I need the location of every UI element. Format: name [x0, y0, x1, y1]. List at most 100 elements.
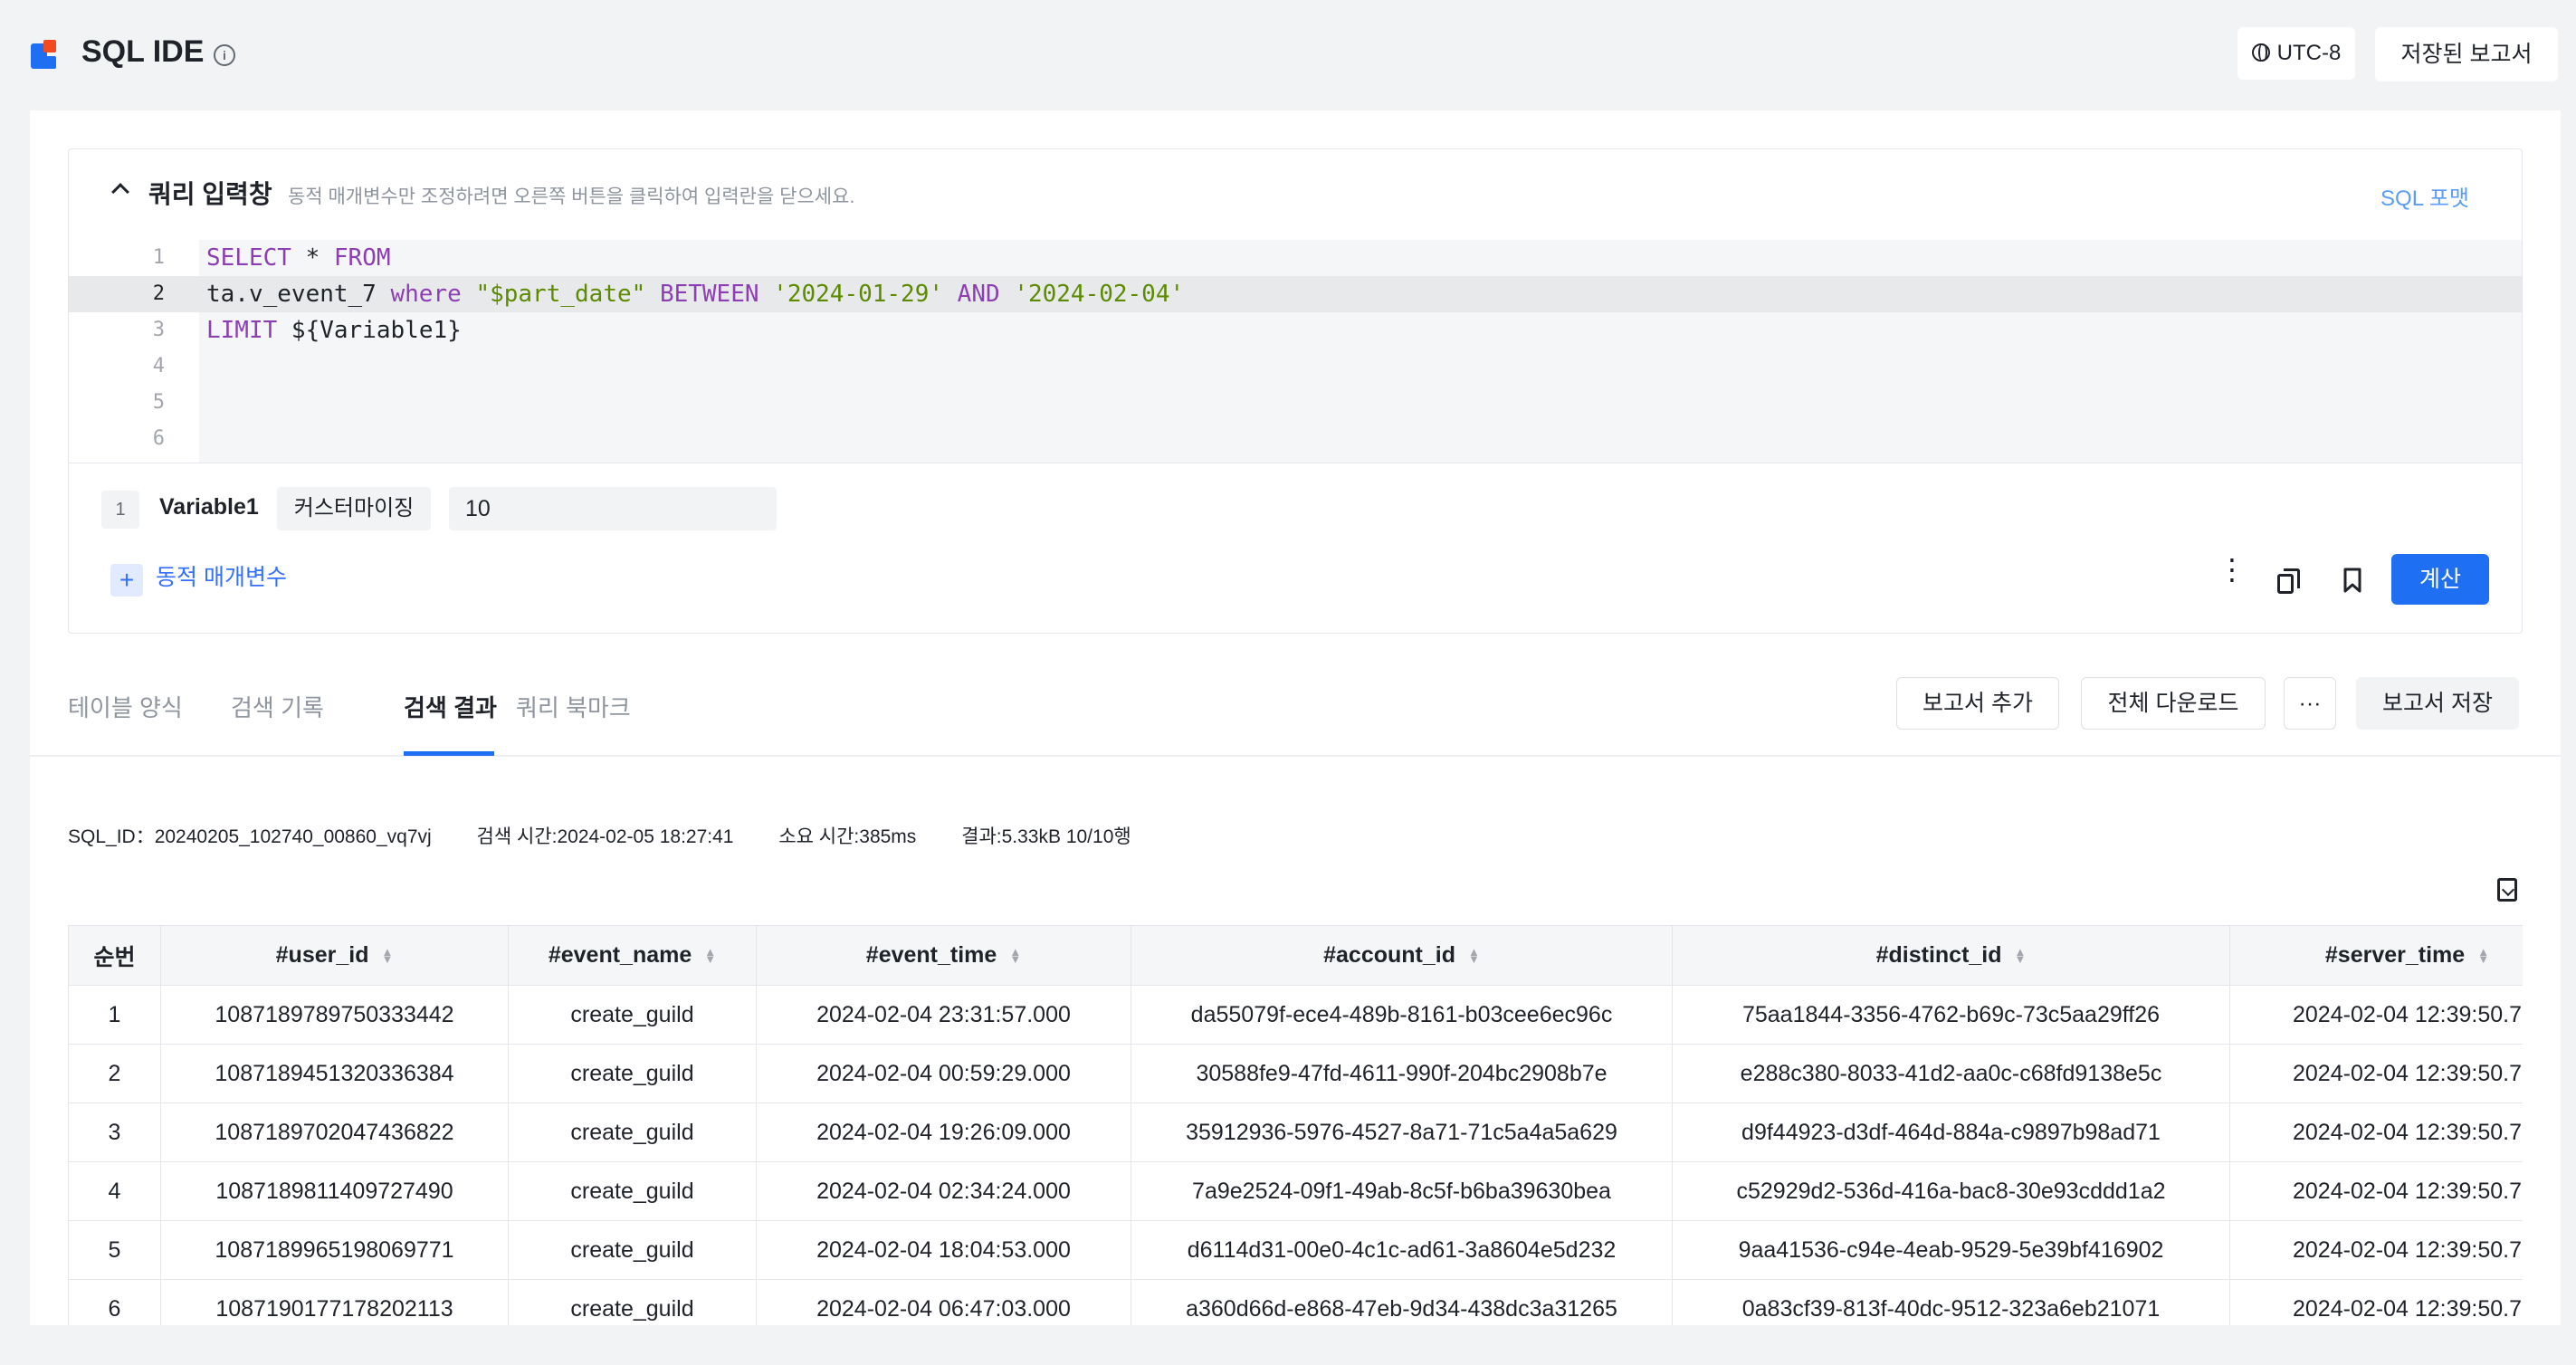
tab-table-format[interactable]: 테이블 양식	[68, 690, 183, 723]
more-actions-button[interactable]: ···	[2284, 677, 2336, 730]
param-value-input[interactable]: 10	[449, 487, 777, 530]
line-number: 6	[152, 427, 165, 450]
bookmark-icon[interactable]	[2342, 567, 2362, 594]
line-number: 5	[152, 391, 165, 414]
table-row: 4 1087189811409727490 create_guild 2024-…	[68, 1161, 2523, 1221]
line-number: 1	[152, 246, 165, 269]
table-cell: create_guild	[508, 1220, 757, 1280]
more-vertical-icon[interactable]: ⋮	[2218, 555, 2247, 596]
sql-keyword: where	[390, 281, 462, 308]
duration: 소요 시간:385ms	[778, 826, 917, 847]
table-cell: 2024-02-04 12:39:50.7	[2229, 1220, 2523, 1280]
table-cell: 2024-02-04 23:31:57.000	[756, 985, 1131, 1045]
table-cell: 1087189702047436822	[160, 1102, 509, 1162]
sql-format-link[interactable]: SQL 포맷	[2380, 180, 2469, 212]
tab-search-history[interactable]: 검색 기록	[231, 690, 324, 723]
tab-search-results[interactable]: 검색 결과	[404, 690, 497, 723]
calculate-button[interactable]: 계산	[2391, 554, 2489, 605]
table-cell: da55079f-ece4-489b-8161-b03cee6ec96c	[1131, 985, 1673, 1045]
sql-string: '2024-02-04'	[1014, 281, 1185, 308]
sort-icon: ▲ ▼	[381, 945, 394, 967]
table-row: 1 1087189789750333442 create_guild 2024-…	[68, 985, 2523, 1045]
column-header[interactable]: #account_id ▲ ▼	[1131, 925, 1673, 986]
table-cell: 5	[68, 1220, 161, 1280]
table-cell: 2	[68, 1044, 161, 1103]
table-cell: d9f44923-d3df-464d-884a-c9897b98ad71	[1672, 1102, 2230, 1162]
table-cell: 30588fe9-47fd-4611-990f-204bc2908b7e	[1131, 1044, 1673, 1103]
table-cell: 0a83cf39-813f-40dc-9512-323a6eb21071	[1672, 1279, 2230, 1325]
sql-keyword: LIMIT	[206, 317, 278, 344]
param-type-select[interactable]: 커스터마이징	[277, 487, 431, 530]
query-panel-hint: 동적 매개변수만 조정하려면 오른쪽 버튼을 클릭하여 입력란을 닫으세요.	[288, 186, 855, 207]
table-cell: create_guild	[508, 1102, 757, 1162]
table-cell: 2024-02-04 00:59:29.000	[756, 1044, 1131, 1103]
table-cell: create_guild	[508, 1279, 757, 1325]
column-header[interactable]: #user_id ▲ ▼	[160, 925, 509, 986]
table-cell: 2024-02-04 19:26:09.000	[756, 1102, 1131, 1162]
info-icon[interactable]: i	[214, 44, 235, 66]
table-header-row: 순번 #user_id ▲ ▼ #event_name ▲ ▼ #event_time ▲…	[68, 925, 2523, 986]
top-bar: SQL IDE i UTC-8 저장된 보고서	[0, 0, 2576, 110]
save-report-button[interactable]: 보고서 저장	[2356, 677, 2519, 730]
results-table: 순번 #user_id ▲ ▼ #event_name ▲ ▼ #event_time ▲…	[68, 925, 2523, 1325]
line-number: 3	[152, 319, 165, 341]
column-header[interactable]: #distinct_id ▲ ▼	[1672, 925, 2230, 986]
sql-string: '2024-01-29'	[773, 281, 944, 308]
table-cell: e288c380-8033-41d2-aa0c-c68fd9138e5c	[1672, 1044, 2230, 1103]
sql-keyword: BETWEEN	[659, 281, 759, 308]
table-cell: 2024-02-04 12:39:50.7	[2229, 1161, 2523, 1221]
main-panel: 쿼리 입력창 동적 매개변수만 조정하려면 오른쪽 버튼을 클릭하여 입력란을 …	[30, 110, 2561, 1325]
editor-line: 5	[69, 385, 2522, 421]
table-cell: 35912936-5976-4527-8a71-71c5a4a5a629	[1131, 1102, 1673, 1162]
sort-icon: ▲ ▼	[2014, 945, 2027, 967]
table-cell: 1087189451320336384	[160, 1044, 509, 1103]
dynamic-params: 1 Variable1 커스터마이징 10 + 동적 매개변수 ⋮ 계산	[69, 463, 2522, 635]
editor-line: 4	[69, 348, 2522, 385]
table-cell: create_guild	[508, 985, 757, 1045]
column-header[interactable]: #event_name ▲ ▼	[508, 925, 757, 986]
export-icon[interactable]	[2497, 878, 2517, 902]
active-tab-indicator	[404, 751, 494, 756]
table-cell: d6114d31-00e0-4c1c-ad61-3a8604e5d232	[1131, 1220, 1673, 1280]
sort-icon: ▲ ▼	[2477, 945, 2490, 967]
sql-editor[interactable]: 1 SELECT * FROM 2 ta.v_event_7 where "$p…	[69, 240, 2522, 463]
table-cell: 2024-02-04 12:39:50.7	[2229, 1279, 2523, 1325]
table-cell: 2024-02-04 12:39:50.7	[2229, 985, 2523, 1045]
chevron-up-icon[interactable]	[111, 183, 129, 201]
timezone-button[interactable]: UTC-8	[2237, 27, 2355, 80]
tab-query-bookmarks[interactable]: 쿼리 북마크	[516, 690, 631, 723]
sql-keyword: FROM	[333, 244, 391, 272]
search-time: 검색 시간:2024-02-05 18:27:41	[476, 826, 734, 847]
sql-text: ${Variable1}	[277, 317, 462, 344]
result-meta: SQL_ID：20240205_102740_00860_vq7vj 검색 시간…	[68, 822, 1171, 849]
result-size: 결과:5.33kB 10/10행	[961, 826, 1131, 847]
sql-keyword: AND	[957, 281, 1000, 308]
table-row: 6 1087190177178202113 create_guild 2024-…	[68, 1279, 2523, 1325]
table-cell: 1087189965198069771	[160, 1220, 509, 1280]
param-index: 1	[101, 491, 139, 529]
table-row: 3 1087189702047436822 create_guild 2024-…	[68, 1102, 2523, 1162]
add-param-button[interactable]: + 동적 매개변수	[110, 559, 287, 597]
page-title: SQL IDE	[81, 34, 205, 69]
sql-string: "$part_date"	[475, 281, 646, 308]
column-header[interactable]: #server_time ▲ ▼	[2229, 925, 2523, 986]
table-cell: 3	[68, 1102, 161, 1162]
table-cell: 1087190177178202113	[160, 1279, 509, 1325]
saved-reports-button[interactable]: 저장된 보고서	[2375, 27, 2558, 81]
table-cell: 6	[68, 1279, 161, 1325]
download-all-button[interactable]: 전체 다운로드	[2081, 677, 2266, 730]
add-report-button[interactable]: 보고서 추가	[1896, 677, 2059, 730]
table-cell: 1087189789750333442	[160, 985, 509, 1045]
copy-icon[interactable]	[2277, 568, 2301, 594]
column-header[interactable]: 순번	[68, 925, 161, 986]
column-header[interactable]: #event_time ▲ ▼	[756, 925, 1131, 986]
table-cell: 1087189811409727490	[160, 1161, 509, 1221]
line-number: 2	[152, 282, 165, 305]
table-cell: 1	[68, 985, 161, 1045]
sort-icon: ▲ ▼	[704, 945, 717, 967]
editor-line: 3 LIMIT ${Variable1}	[69, 312, 2522, 348]
table-cell: create_guild	[508, 1044, 757, 1103]
editor-line: 1 SELECT * FROM	[69, 240, 2522, 276]
table-row: 5 1087189965198069771 create_guild 2024-…	[68, 1220, 2523, 1280]
editor-line: 6	[69, 421, 2522, 457]
